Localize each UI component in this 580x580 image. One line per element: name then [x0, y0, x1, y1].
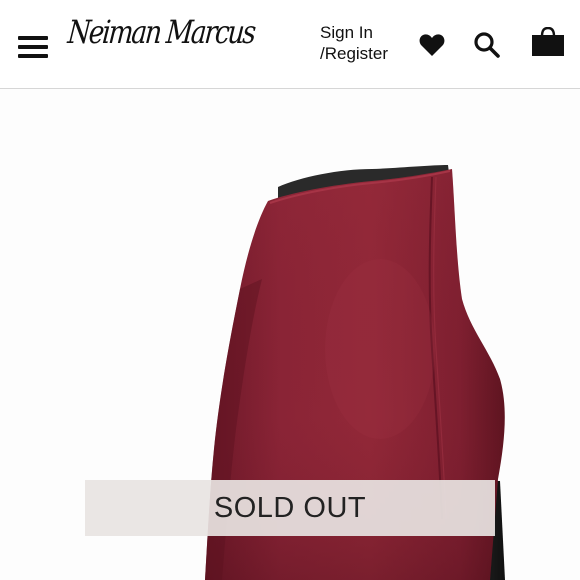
sold-out-banner: SOLD OUT — [85, 480, 495, 536]
shopping-bag-icon[interactable] — [531, 26, 565, 57]
sign-in-register-link[interactable]: Sign In /Register — [320, 22, 400, 64]
product-page: Neiman Marcus Sign In /Register SOLD OUT — [0, 0, 580, 580]
search-icon[interactable] — [473, 31, 501, 59]
brand-logo-text: Neiman Marcus — [66, 13, 256, 51]
sold-out-label: SOLD OUT — [213, 491, 367, 524]
hamburger-menu-icon[interactable] — [18, 36, 48, 58]
heart-icon[interactable] — [419, 33, 445, 57]
site-header: Neiman Marcus Sign In /Register — [0, 0, 580, 89]
brand-logo[interactable]: Neiman Marcus — [66, 10, 255, 72]
sign-in-label: Sign In — [320, 23, 373, 42]
register-label: /Register — [320, 44, 389, 63]
